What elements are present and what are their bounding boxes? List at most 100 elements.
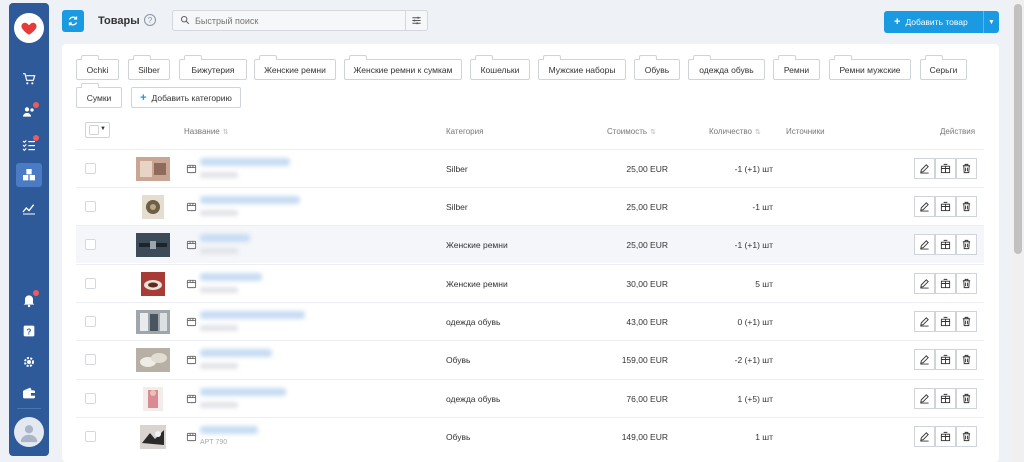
- category-button[interactable]: Ремни: [773, 55, 820, 80]
- edit-button[interactable]: [914, 349, 935, 370]
- search-filter-button[interactable]: [405, 11, 427, 30]
- search-input[interactable]: [195, 13, 403, 28]
- sidebar-item-settings[interactable]: [16, 350, 42, 374]
- product-thumbnail[interactable]: [136, 195, 170, 219]
- page-title: Товары: [98, 15, 140, 27]
- product-quantity: -2 (+1) шт: [734, 355, 773, 365]
- sidebar-item-customers[interactable]: [16, 100, 42, 124]
- sidebar-item-tasks[interactable]: [16, 133, 42, 157]
- table-row[interactable]: одежда обувь 43,00 EUR 0 (+1) шт: [76, 302, 984, 340]
- row-checkbox[interactable]: [85, 278, 96, 289]
- notification-badge: [33, 290, 39, 296]
- category-button[interactable]: одежда обувь: [688, 55, 765, 80]
- table-row[interactable]: Silber 25,00 EUR -1 шт: [76, 187, 984, 225]
- product-name-link[interactable]: [200, 196, 300, 204]
- delete-button[interactable]: [956, 388, 977, 409]
- box-action-button[interactable]: [935, 311, 956, 332]
- delete-button[interactable]: [956, 426, 977, 447]
- table-row[interactable]: Женские ремни 25,00 EUR -1 (+1) шт: [76, 225, 984, 263]
- box-action-button[interactable]: [935, 349, 956, 370]
- app-logo[interactable]: [14, 13, 44, 43]
- delete-button[interactable]: [956, 158, 977, 179]
- select-all-dropdown[interactable]: ▼: [85, 122, 110, 138]
- category-button[interactable]: Бижутерия: [179, 55, 247, 80]
- refresh-button[interactable]: [62, 10, 84, 32]
- delete-button[interactable]: [956, 349, 977, 370]
- column-header-cost[interactable]: Стоимость ⇅: [607, 127, 656, 136]
- box-action-button[interactable]: [935, 426, 956, 447]
- table-row[interactable]: Silber 25,00 EUR -1 (+1) шт: [76, 149, 984, 187]
- category-button[interactable]: Мужские наборы: [538, 55, 626, 80]
- box-action-button[interactable]: [935, 273, 956, 294]
- table-row[interactable]: APT 790 Обувь 149,00 EUR 1 шт: [76, 417, 984, 455]
- product-name-link[interactable]: [200, 234, 250, 242]
- box-action-button[interactable]: [935, 196, 956, 217]
- row-checkbox[interactable]: [85, 201, 96, 212]
- edit-button[interactable]: [914, 311, 935, 332]
- product-name-link[interactable]: [200, 426, 258, 434]
- category-button[interactable]: Ochki: [76, 55, 119, 80]
- category-button[interactable]: Silber: [128, 55, 170, 80]
- category-button[interactable]: Женские ремни: [254, 55, 336, 80]
- add-product-dropdown[interactable]: ▼: [983, 11, 999, 33]
- product-thumbnail[interactable]: [136, 157, 170, 181]
- edit-button[interactable]: [914, 273, 935, 294]
- select-all-checkbox[interactable]: [89, 125, 99, 135]
- row-checkbox[interactable]: [85, 239, 96, 250]
- sidebar-item-help[interactable]: ?: [16, 319, 42, 343]
- column-header-name[interactable]: Название ⇅: [184, 127, 229, 136]
- delete-button[interactable]: [956, 273, 977, 294]
- sidebar-item-orders[interactable]: [16, 67, 42, 91]
- user-avatar[interactable]: [14, 417, 44, 447]
- delete-button[interactable]: [956, 234, 977, 255]
- product-name-link[interactable]: [200, 349, 272, 357]
- delete-button[interactable]: [956, 311, 977, 332]
- category-button[interactable]: Сумки: [76, 83, 122, 108]
- package-icon: [940, 239, 951, 250]
- row-checkbox[interactable]: [85, 393, 96, 404]
- row-checkbox[interactable]: [85, 316, 96, 327]
- edit-button[interactable]: [914, 158, 935, 179]
- sidebar-item-wallet[interactable]: [16, 381, 42, 405]
- box-action-button[interactable]: [935, 234, 956, 255]
- table-row[interactable]: одежда обувь 76,00 EUR 1 (+5) шт: [76, 379, 984, 417]
- sidebar-item-products[interactable]: [16, 163, 42, 187]
- product-thumbnail[interactable]: [136, 425, 170, 449]
- help-circle-icon[interactable]: ?: [144, 14, 156, 26]
- product-name-link[interactable]: [200, 158, 290, 166]
- product-thumbnail[interactable]: [136, 348, 170, 372]
- product-name-link[interactable]: [200, 388, 286, 396]
- add-category-button[interactable]: + Добавить категорию: [131, 87, 241, 108]
- product-thumbnail[interactable]: [136, 310, 170, 334]
- category-button[interactable]: Обувь: [634, 55, 680, 80]
- box-action-button[interactable]: [935, 158, 956, 179]
- row-checkbox[interactable]: [85, 163, 96, 174]
- page-scrollbar[interactable]: [1012, 0, 1024, 462]
- category-button[interactable]: Ремни мужские: [829, 55, 911, 80]
- edit-button[interactable]: [914, 234, 935, 255]
- pencil-icon: [920, 432, 929, 442]
- category-button[interactable]: Серьги: [920, 55, 967, 80]
- product-thumbnail[interactable]: [136, 233, 170, 257]
- edit-button[interactable]: [914, 388, 935, 409]
- product-name-link[interactable]: [200, 273, 262, 281]
- table-row[interactable]: Женские ремни 30,00 EUR 5 шт: [76, 264, 984, 302]
- sidebar-item-analytics[interactable]: [16, 196, 42, 220]
- scrollbar-thumb[interactable]: [1014, 4, 1022, 254]
- add-product-button[interactable]: + Добавить товар ▼: [884, 11, 999, 33]
- product-name-link[interactable]: [200, 311, 305, 319]
- delete-button[interactable]: [956, 196, 977, 217]
- box-action-button[interactable]: [935, 388, 956, 409]
- product-thumbnail[interactable]: [136, 272, 170, 296]
- category-button[interactable]: Женские ремни к сумкам: [344, 55, 462, 80]
- edit-button[interactable]: [914, 426, 935, 447]
- row-checkbox[interactable]: [85, 431, 96, 442]
- column-header-quantity[interactable]: Количество ⇅: [709, 127, 761, 136]
- sidebar-item-notifications[interactable]: [16, 288, 42, 312]
- edit-button[interactable]: [914, 196, 935, 217]
- category-button[interactable]: Кошельки: [470, 55, 530, 80]
- table-row[interactable]: Обувь 159,00 EUR -2 (+1) шт: [76, 340, 984, 378]
- product-thumbnail[interactable]: [136, 387, 170, 411]
- row-checkbox[interactable]: [85, 354, 96, 365]
- pencil-icon: [920, 164, 929, 174]
